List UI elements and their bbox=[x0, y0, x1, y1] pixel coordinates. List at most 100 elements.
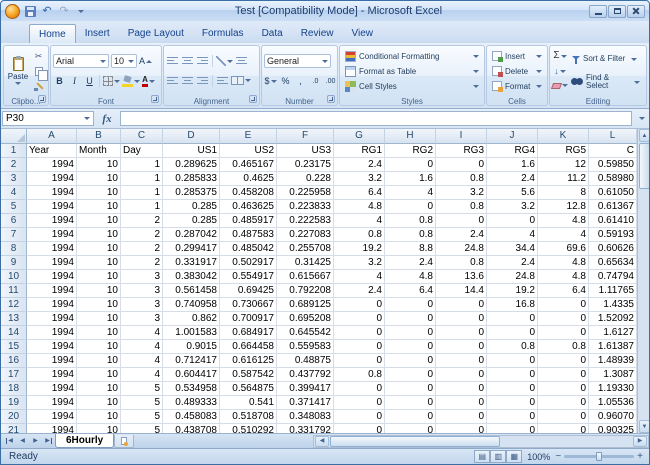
cell-K4[interactable]: 8 bbox=[538, 186, 589, 200]
cell-L21[interactable]: 0.90325 bbox=[589, 424, 637, 433]
cell-A16[interactable]: 1994 bbox=[27, 354, 77, 368]
cell-E3[interactable]: 0.4625 bbox=[220, 172, 277, 186]
cell-D1[interactable]: US1 bbox=[163, 144, 220, 158]
cell-G10[interactable]: 4 bbox=[334, 270, 385, 284]
cell-H13[interactable]: 0 bbox=[385, 312, 436, 326]
cell-C20[interactable]: 5 bbox=[121, 410, 163, 424]
cell-E9[interactable]: 0.502917 bbox=[220, 256, 277, 270]
cell-A8[interactable]: 1994 bbox=[27, 242, 77, 256]
cell-D4[interactable]: 0.285375 bbox=[163, 186, 220, 200]
align-center-button[interactable] bbox=[181, 74, 194, 87]
scroll-right-button[interactable]: ▶ bbox=[633, 435, 647, 447]
increase-decimal-button[interactable]: .0 bbox=[309, 75, 322, 88]
cell-styles-button[interactable]: Cell Styles bbox=[342, 79, 482, 93]
cell-H1[interactable]: RG2 bbox=[385, 144, 436, 158]
cell-B15[interactable]: 10 bbox=[77, 340, 121, 354]
next-sheet-button[interactable]: ▶ bbox=[29, 435, 42, 448]
cell-A2[interactable]: 1994 bbox=[27, 158, 77, 172]
number-format-combo[interactable]: General bbox=[264, 54, 331, 69]
cell-H8[interactable]: 8.8 bbox=[385, 242, 436, 256]
cell-K1[interactable]: RG5 bbox=[538, 144, 589, 158]
cell-D21[interactable]: 0.438708 bbox=[163, 424, 220, 433]
cell-G16[interactable]: 0 bbox=[334, 354, 385, 368]
cell-J4[interactable]: 5.6 bbox=[487, 186, 538, 200]
fill-button[interactable]: ↓ bbox=[552, 65, 568, 78]
cell-K5[interactable]: 12.8 bbox=[538, 200, 589, 214]
vertical-scroll-track[interactable] bbox=[638, 190, 649, 420]
paste-button[interactable]: Paste bbox=[6, 48, 30, 94]
cell-L5[interactable]: 0.61367 bbox=[589, 200, 637, 214]
cell-K20[interactable]: 0 bbox=[538, 410, 589, 424]
alignment-dialog-launcher[interactable] bbox=[249, 95, 257, 103]
cell-E4[interactable]: 0.458208 bbox=[220, 186, 277, 200]
cell-B12[interactable]: 10 bbox=[77, 298, 121, 312]
zoom-in-button[interactable]: + bbox=[637, 451, 643, 462]
horizontal-scroll-thumb[interactable] bbox=[330, 435, 500, 447]
tab-data[interactable]: Data bbox=[253, 24, 292, 43]
cell-E1[interactable]: US2 bbox=[220, 144, 277, 158]
row-header-2[interactable]: 2 bbox=[1, 158, 27, 172]
cell-L20[interactable]: 0.96070 bbox=[589, 410, 637, 424]
wrap-text-button[interactable] bbox=[235, 55, 248, 68]
cell-E17[interactable]: 0.587542 bbox=[220, 368, 277, 382]
cell-B5[interactable]: 10 bbox=[77, 200, 121, 214]
previous-sheet-button[interactable]: ◀ bbox=[16, 435, 29, 448]
cell-H12[interactable]: 0 bbox=[385, 298, 436, 312]
cell-E5[interactable]: 0.463625 bbox=[220, 200, 277, 214]
cell-G9[interactable]: 3.2 bbox=[334, 256, 385, 270]
cell-J16[interactable]: 0 bbox=[487, 354, 538, 368]
italic-button[interactable]: I bbox=[68, 75, 81, 88]
cell-B19[interactable]: 10 bbox=[77, 396, 121, 410]
cell-J6[interactable]: 0 bbox=[487, 214, 538, 228]
cell-E11[interactable]: 0.69425 bbox=[220, 284, 277, 298]
column-header-F[interactable]: F bbox=[277, 129, 334, 144]
cell-E2[interactable]: 0.465167 bbox=[220, 158, 277, 172]
cell-H3[interactable]: 1.6 bbox=[385, 172, 436, 186]
cell-G20[interactable]: 0 bbox=[334, 410, 385, 424]
cell-G21[interactable]: 0 bbox=[334, 424, 385, 433]
cell-K11[interactable]: 6.4 bbox=[538, 284, 589, 298]
cell-A11[interactable]: 1994 bbox=[27, 284, 77, 298]
cell-E10[interactable]: 0.554917 bbox=[220, 270, 277, 284]
cell-I16[interactable]: 0 bbox=[436, 354, 487, 368]
cell-F16[interactable]: 0.48875 bbox=[277, 354, 334, 368]
cell-E7[interactable]: 0.487583 bbox=[220, 228, 277, 242]
cell-L1[interactable]: C bbox=[589, 144, 637, 158]
cell-F19[interactable]: 0.371417 bbox=[277, 396, 334, 410]
cell-L10[interactable]: 0.74794 bbox=[589, 270, 637, 284]
cell-J18[interactable]: 0 bbox=[487, 382, 538, 396]
cell-G17[interactable]: 0.8 bbox=[334, 368, 385, 382]
scroll-down-button[interactable]: ▼ bbox=[639, 420, 649, 433]
cell-J5[interactable]: 3.2 bbox=[487, 200, 538, 214]
horizontal-scrollbar[interactable]: ◀ ▶ bbox=[313, 434, 649, 448]
cell-G7[interactable]: 0.8 bbox=[334, 228, 385, 242]
cell-I15[interactable]: 0 bbox=[436, 340, 487, 354]
cell-I19[interactable]: 0 bbox=[436, 396, 487, 410]
office-button[interactable] bbox=[5, 3, 20, 19]
format-painter-button[interactable] bbox=[32, 79, 45, 92]
tab-review[interactable]: Review bbox=[292, 24, 343, 43]
scroll-left-button[interactable]: ◀ bbox=[315, 435, 329, 447]
column-header-J[interactable]: J bbox=[487, 129, 538, 144]
cell-K12[interactable]: 0 bbox=[538, 298, 589, 312]
align-right-button[interactable] bbox=[196, 74, 209, 87]
font-size-combo[interactable]: 10 bbox=[111, 54, 137, 69]
column-header-A[interactable]: A bbox=[27, 129, 77, 144]
insert-cells-button[interactable]: Insert bbox=[489, 49, 545, 63]
cell-D7[interactable]: 0.287042 bbox=[163, 228, 220, 242]
conditional-formatting-button[interactable]: Conditional Formatting bbox=[342, 49, 482, 63]
copy-button[interactable] bbox=[32, 65, 48, 81]
cell-D12[interactable]: 0.740958 bbox=[163, 298, 220, 312]
cell-G6[interactable]: 4 bbox=[334, 214, 385, 228]
cell-D18[interactable]: 0.534958 bbox=[163, 382, 220, 396]
cell-H19[interactable]: 0 bbox=[385, 396, 436, 410]
cell-J2[interactable]: 1.6 bbox=[487, 158, 538, 172]
cell-I2[interactable]: 0 bbox=[436, 158, 487, 172]
autosum-button[interactable]: Σ bbox=[552, 50, 568, 63]
font-dialog-launcher[interactable] bbox=[151, 95, 159, 103]
sheet-tab-6hourly[interactable]: 6Hourly bbox=[55, 434, 115, 448]
cell-B1[interactable]: Month bbox=[77, 144, 121, 158]
row-header-16[interactable]: 16 bbox=[1, 354, 27, 368]
cell-K17[interactable]: 0 bbox=[538, 368, 589, 382]
cell-C5[interactable]: 1 bbox=[121, 200, 163, 214]
